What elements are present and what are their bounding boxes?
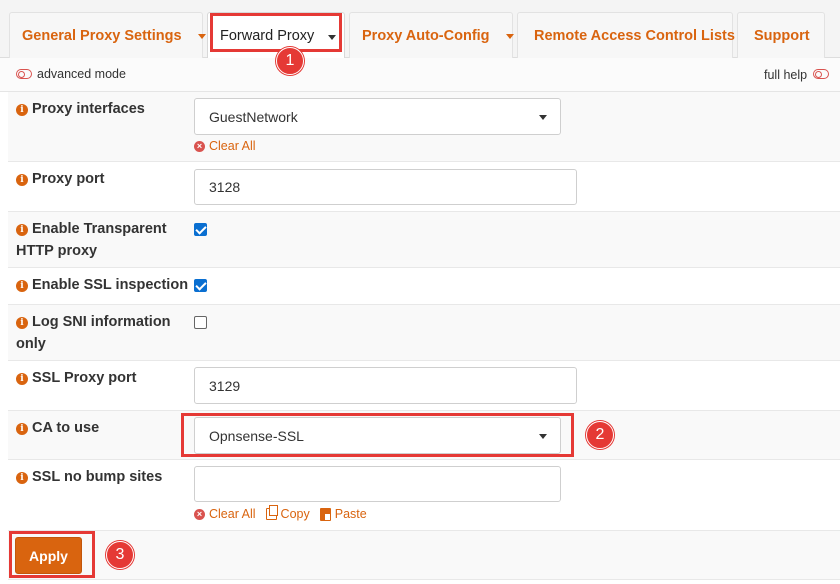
info-icon[interactable]: i [16, 280, 28, 292]
field-label: i Proxy interfaces [16, 98, 188, 120]
chevron-down-icon [505, 34, 514, 39]
field-label: i SSL no bump sites [16, 466, 188, 488]
info-icon[interactable]: i [16, 423, 28, 435]
row-ca-to-use: i CA to use Opnsense-SSL [8, 411, 840, 460]
ssl-inspection-checkbox[interactable] [194, 279, 207, 292]
chevron-down-icon [539, 114, 547, 120]
tab-label: Support [754, 27, 810, 44]
tab-label: Proxy Auto-Config [362, 27, 490, 44]
info-icon[interactable]: i [16, 224, 28, 236]
callout-badge: 1 [276, 47, 304, 75]
select-value: Opnsense-SSL [209, 427, 304, 444]
tab-bar: General Proxy Settings Forward Proxy Pro… [0, 0, 840, 59]
tab-support[interactable]: Support [737, 12, 825, 58]
info-icon[interactable]: i [16, 317, 28, 329]
callout-badge: 2 [586, 421, 614, 449]
apply-button[interactable]: Apply [15, 537, 82, 574]
full-help-toggle-icon[interactable] [813, 69, 829, 79]
ssl-proxy-port-input[interactable]: 3129 [194, 367, 577, 404]
ssl-no-bump-actions: × Clear All Copy Paste [194, 505, 367, 521]
chevron-down-icon [539, 433, 547, 439]
proxy-port-input[interactable]: 3128 [194, 169, 577, 205]
advanced-mode-label[interactable]: advanced mode [37, 67, 126, 81]
tab-label: General Proxy Settings [22, 27, 182, 44]
close-circle-icon: × [194, 140, 205, 152]
tab-remote-access-control-lists[interactable]: Remote Access Control Lists [517, 12, 735, 58]
row-transparent-http: i Enable Transparent HTTP proxy [8, 212, 840, 268]
tab-general-proxy-settings[interactable]: General Proxy Settings [9, 12, 206, 58]
mode-bar: advanced mode full help [0, 58, 840, 92]
advanced-mode-toggle-icon[interactable] [16, 69, 32, 79]
field-label: i Proxy port [16, 168, 188, 190]
info-icon[interactable]: i [16, 373, 28, 385]
field-label: i Log SNI information only [16, 314, 171, 352]
row-ssl-proxy-port: i SSL Proxy port 3129 [8, 361, 840, 411]
row-proxy-port: i Proxy port 3128 [8, 162, 840, 212]
select-value: GuestNetwork [209, 108, 298, 125]
tab-proxy-auto-config[interactable]: Proxy Auto-Config [349, 12, 514, 58]
clear-all-link[interactable]: × Clear All [194, 507, 256, 521]
ssl-no-bump-input[interactable] [194, 466, 561, 502]
close-circle-icon: × [194, 508, 205, 520]
info-icon[interactable]: i [16, 174, 28, 186]
copy-icon [265, 505, 278, 520]
chevron-down-icon [197, 34, 206, 39]
ca-to-use-select[interactable]: Opnsense-SSL [194, 417, 561, 454]
info-icon[interactable]: i [16, 104, 28, 116]
clear-all-link[interactable]: × Clear All [194, 139, 256, 153]
row-ssl-no-bump: i SSL no bump sites × Clear All Copy Paste [8, 460, 840, 531]
transparent-http-checkbox[interactable] [194, 223, 207, 236]
field-label: i CA to use [16, 417, 188, 439]
callout-badge: 3 [106, 541, 134, 569]
row-log-sni: i Log SNI information only [8, 305, 840, 361]
row-ssl-inspection: i Enable SSL inspection [8, 268, 840, 305]
info-icon[interactable]: i [16, 472, 28, 484]
paste-icon [319, 507, 331, 521]
full-help-label[interactable]: full help [764, 68, 807, 82]
paste-link[interactable]: Paste [319, 507, 367, 521]
field-label: i Enable SSL inspection [16, 274, 206, 296]
tab-forward-proxy[interactable]: Forward Proxy [207, 12, 345, 59]
tab-label: Forward Proxy [220, 28, 315, 44]
field-label: i Enable Transparent HTTP proxy [16, 221, 167, 259]
field-label: i SSL Proxy port [16, 367, 188, 389]
proxy-interfaces-select[interactable]: GuestNetwork [194, 98, 561, 135]
row-proxy-interfaces: i Proxy interfaces GuestNetwork × Clear Al… [8, 92, 840, 162]
copy-link[interactable]: Copy [265, 505, 310, 521]
chevron-down-icon [328, 34, 337, 40]
log-sni-checkbox[interactable] [194, 316, 207, 329]
tab-label: Remote Access Control Lists [534, 27, 735, 44]
